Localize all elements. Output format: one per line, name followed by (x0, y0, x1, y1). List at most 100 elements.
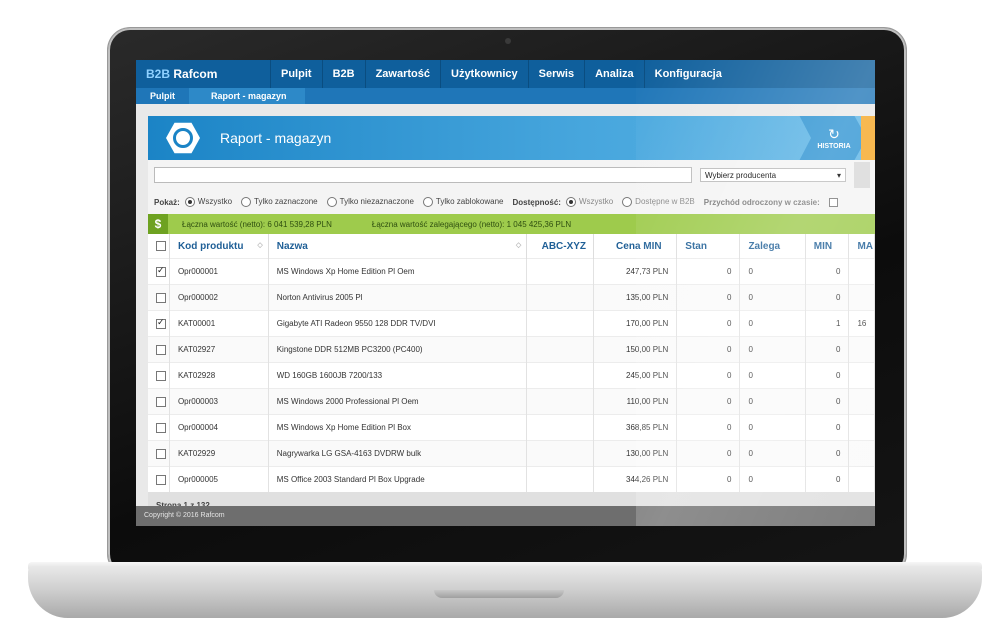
row-checkbox[interactable] (156, 448, 166, 459)
delayed-income-checkbox[interactable] (828, 197, 838, 207)
main-content: Raport - magazyn ↻ HISTORIA Wybierz prod… (148, 116, 875, 520)
cell-min: 0 (805, 336, 850, 363)
col-kod-produktu[interactable]: Kod produktu ◇ (169, 234, 269, 259)
next-step-tab[interactable] (861, 116, 875, 160)
nav-item-pulpit[interactable]: Pulpit (270, 60, 322, 88)
col-ma[interactable]: MA (848, 234, 875, 259)
select-all-checkbox[interactable] (156, 240, 166, 251)
search-input[interactable] (154, 167, 692, 183)
col-stan[interactable]: Stan (676, 234, 741, 259)
table-row[interactable]: Opr000004 MS Windows Xp Home Edition Pl B… (148, 414, 875, 441)
cell-ma (848, 362, 875, 389)
cell-stan: 0 (676, 440, 741, 467)
row-select-cell (148, 414, 170, 441)
availability-all-radio[interactable]: Wszystko (565, 197, 613, 207)
table-row[interactable]: Opr000002 Norton Antivirus 2005 Pl 135,00 … (148, 284, 875, 311)
row-checkbox[interactable] (156, 474, 166, 485)
col-nazwa[interactable]: Nazwa ◇ (268, 234, 528, 259)
col-min[interactable]: MIN (805, 234, 850, 259)
cell-abc (526, 362, 595, 389)
cell-min: 0 (805, 388, 850, 415)
cell-price: 247,73 PLN (593, 258, 678, 285)
cell-code: KAT02929 (169, 440, 269, 467)
history-label: HISTORIA (817, 142, 851, 150)
availability-b2b-radio[interactable]: Dostępne w B2B (622, 197, 695, 207)
row-select-cell (148, 362, 170, 389)
cell-code: Opr000003 (169, 388, 269, 415)
cell-ma (848, 258, 875, 285)
search-side-panel (854, 162, 870, 188)
chevron-down-icon: ▾ (836, 171, 841, 180)
nav-menu: Pulpit B2B Zawartość Użytkownicy Serwis … (270, 60, 732, 88)
cell-name: Kingstone DDR 512MB PC3200 (PC400) (268, 336, 528, 363)
nav-item-konfiguracja[interactable]: Konfiguracja (643, 60, 732, 88)
nav-item-uzytkownicy[interactable]: Użytkownicy (440, 60, 528, 88)
cell-zalega: 0 (739, 388, 806, 415)
table-row[interactable]: KAT02928 WD 160GB 1600JB 7200/133 245,00 P… (148, 362, 875, 389)
cell-ma (848, 440, 875, 467)
app-screen: B2B Rafcom Pulpit B2B Zawartość Użytkown… (136, 60, 875, 526)
table-row[interactable]: Opr000001MS Windows Xp Home Edition Pl O… (148, 258, 875, 285)
table-row[interactable]: Opr000003 MS Windows 2000 Professional Pl… (148, 388, 875, 415)
cell-name: MS Office 2003 Standard Pl Box Upgrade (268, 466, 528, 492)
producer-select[interactable]: Wybierz producenta ▾ (700, 168, 846, 182)
cell-abc (526, 284, 595, 311)
row-checkbox[interactable] (156, 265, 166, 277)
laptop-notch (434, 590, 564, 598)
dollar-icon: $ (148, 214, 168, 234)
row-checkbox[interactable] (156, 344, 166, 355)
nav-item-zawartosc[interactable]: Zawartość (364, 60, 440, 88)
cell-ma (848, 466, 875, 492)
cell-zalega: 0 (739, 362, 806, 389)
cell-stan: 0 (676, 310, 741, 337)
cell-price: 344,26 PLN (593, 466, 678, 492)
nav-item-serwis[interactable]: Serwis (527, 60, 584, 88)
show-all-radio[interactable]: Wszystko (184, 197, 232, 207)
producer-select-label: Wybierz producenta (705, 171, 777, 180)
row-checkbox[interactable] (156, 292, 166, 303)
cell-price: 170,00 PLN (593, 310, 678, 337)
col-zalega[interactable]: Zalega (739, 234, 806, 259)
cell-abc (526, 466, 595, 492)
cell-code: Opr000002 (169, 284, 269, 311)
cell-min: 0 (805, 440, 850, 467)
nav-item-analiza[interactable]: Analiza (584, 60, 644, 88)
row-checkbox[interactable] (156, 370, 166, 381)
summary-bar: $ Łączna wartość (netto): 6 041 539,28 P… (148, 214, 875, 234)
row-checkbox[interactable] (156, 396, 166, 407)
stale-value: Łączna wartość zalegającego (netto): 1 0… (371, 219, 572, 229)
search-row: Wybierz producenta ▾ (148, 160, 875, 190)
breadcrumb-current: Raport - magazyn (189, 88, 305, 104)
row-checkbox[interactable] (156, 422, 166, 433)
nav-item-b2b[interactable]: B2B (321, 60, 365, 88)
cell-abc (526, 310, 595, 337)
row-checkbox[interactable] (156, 317, 166, 329)
cell-ma (848, 336, 875, 363)
cell-stan: 0 (676, 336, 741, 363)
col-abc-xyz[interactable]: ABC-XYZ (526, 234, 595, 259)
cell-code: Opr000004 (169, 414, 269, 441)
cell-zalega: 0 (739, 336, 806, 363)
cell-name: MS Windows Xp Home Edition Pl Oem (268, 258, 528, 285)
cell-abc (526, 388, 595, 415)
show-selected-radio[interactable]: Tylko zaznaczone (241, 197, 318, 207)
cell-name: WD 160GB 1600JB 7200/133 (268, 362, 528, 389)
breadcrumb-pulpit[interactable]: Pulpit (136, 91, 189, 101)
app-logo[interactable]: B2B Rafcom (136, 67, 270, 81)
cell-min: 0 (805, 414, 850, 441)
table-row[interactable]: KAT02927 Kingstone DDR 512MB PC3200 (PC40… (148, 336, 875, 363)
table-row[interactable]: KAT00001Gigabyte ATI Radeon 9550 128 DDR… (148, 310, 875, 337)
cell-abc (526, 336, 595, 363)
col-cena-min[interactable]: Cena MIN (593, 234, 678, 259)
cell-stan: 0 (676, 388, 741, 415)
select-all-cell (148, 234, 170, 259)
cell-zalega: 0 (739, 440, 806, 467)
table-row[interactable]: KAT02929 Nagrywarka LG GSA-4163 DVDRW bul… (148, 440, 875, 467)
show-blocked-radio[interactable]: Tylko zablokowane (422, 197, 503, 207)
show-unselected-radio[interactable]: Tylko niezaznaczone (326, 197, 414, 207)
row-select-cell (148, 466, 170, 492)
cell-code: KAT02927 (169, 336, 269, 363)
table-row[interactable]: Opr000005 MS Office 2003 Standard Pl Box … (148, 466, 875, 492)
history-icon: ↻ (828, 125, 840, 142)
filters-row: Pokaż: Wszystko Tylko zaznaczone Tylko n… (148, 190, 875, 214)
